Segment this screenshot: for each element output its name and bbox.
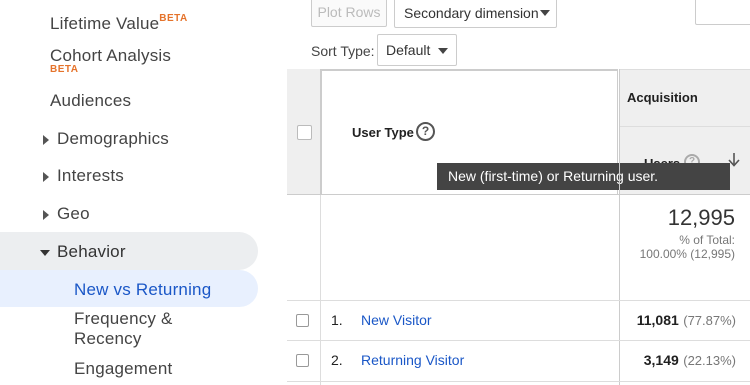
help-icon[interactable]: ? [416,122,435,141]
nav-new-vs-returning-label: New vs Returning [74,280,212,299]
expand-arrow-icon [43,209,49,220]
nav-audiences[interactable]: Audiences [50,91,131,111]
row-link-new-visitor[interactable]: New Visitor [361,312,432,328]
nav-frequency-recency-label-line1: Frequency & [74,309,173,328]
sort-type-value: Default [386,42,431,58]
report-main: Plot Rows Secondary dimension Sort Type:… [287,0,750,385]
sort-type-label: Sort Type: [311,43,375,59]
nav-new-vs-returning[interactable]: New vs Returning [74,280,211,300]
chevron-down-icon [540,10,550,16]
nav-audiences-label: Audiences [50,91,132,110]
collapse-arrow-icon [40,249,50,256]
expand-arrow-icon [43,134,49,145]
nav-engagement[interactable]: Engagement [74,359,172,379]
search-box[interactable] [695,0,750,25]
nav-interests-label: Interests [57,166,124,185]
nav-behavior-highlight [0,232,258,270]
secondary-dimension-label: Secondary dimension [404,5,539,21]
nav-lifetime-value[interactable]: Lifetime ValueBETA [50,13,188,34]
nav-engagement-label: Engagement [74,359,173,378]
user-type-header[interactable]: User Type [352,125,414,140]
help-tooltip: New (first-time) or Returning user. [437,163,730,190]
plot-rows-button[interactable]: Plot Rows [311,0,387,27]
row-checkbox[interactable] [296,354,309,367]
nav-geo-label: Geo [57,204,90,223]
row-divider [287,194,750,195]
nav-cohort-analysis[interactable]: Cohort Analysis BETA [50,46,171,75]
select-all-checkbox[interactable] [297,125,312,140]
row-users-pct: (77.87%) [683,313,736,328]
chevron-down-icon [438,48,448,54]
plot-rows-label: Plot Rows [317,4,381,20]
table-row: 1. New Visitor 11,081 (77.87%) [287,301,750,340]
nav-frequency-recency-label-line2: Recency [74,329,142,348]
data-table: User Type ? Acquisition Users ? New (fir… [287,69,750,385]
nav-behavior-label: Behavior [57,242,126,261]
row-checkbox[interactable] [296,314,309,327]
beta-badge: BETA [159,13,188,24]
row-divider [287,381,750,382]
row-users-pct: (22.13%) [683,353,736,368]
sidebar: Lifetime ValueBETA Cohort Analysis BETA … [0,0,287,385]
total-pct-value: 100.00% (12,995) [639,247,735,261]
nav-behavior[interactable]: Behavior [40,242,126,262]
row-users-value: 11,081 [636,312,679,328]
row-users-value: 3,149 [643,352,679,368]
acquisition-header: Acquisition [627,90,698,105]
sort-type-dropdown[interactable]: Default [377,34,457,66]
row-link-returning-visitor[interactable]: Returning Visitor [361,352,464,368]
row-index: 1. [331,312,343,328]
secondary-dimension-dropdown[interactable]: Secondary dimension [394,0,557,28]
row-index: 2. [331,352,343,368]
nav-interests[interactable]: Interests [43,166,124,186]
table-row: 2. Returning Visitor 3,149 (22.13%) [287,341,750,381]
totals-cell: 12,995 % of Total: 100.00% (12,995) [619,205,735,261]
row-metric: 3,149 (22.13%) [619,352,736,370]
expand-arrow-icon [43,171,49,182]
row-metric: 11,081 (77.87%) [619,312,736,330]
nav-demographics[interactable]: Demographics [43,129,169,149]
nav-demographics-label: Demographics [57,129,170,148]
total-users: 12,995 [667,205,735,230]
nav-geo[interactable]: Geo [43,204,90,224]
nav-frequency-recency[interactable]: Frequency & Recency [74,309,173,349]
total-pct-label: % of Total: [679,233,735,247]
nav-cohort-analysis-label: Cohort Analysis [50,46,172,65]
nav-lifetime-value-label: Lifetime Value [50,14,160,33]
